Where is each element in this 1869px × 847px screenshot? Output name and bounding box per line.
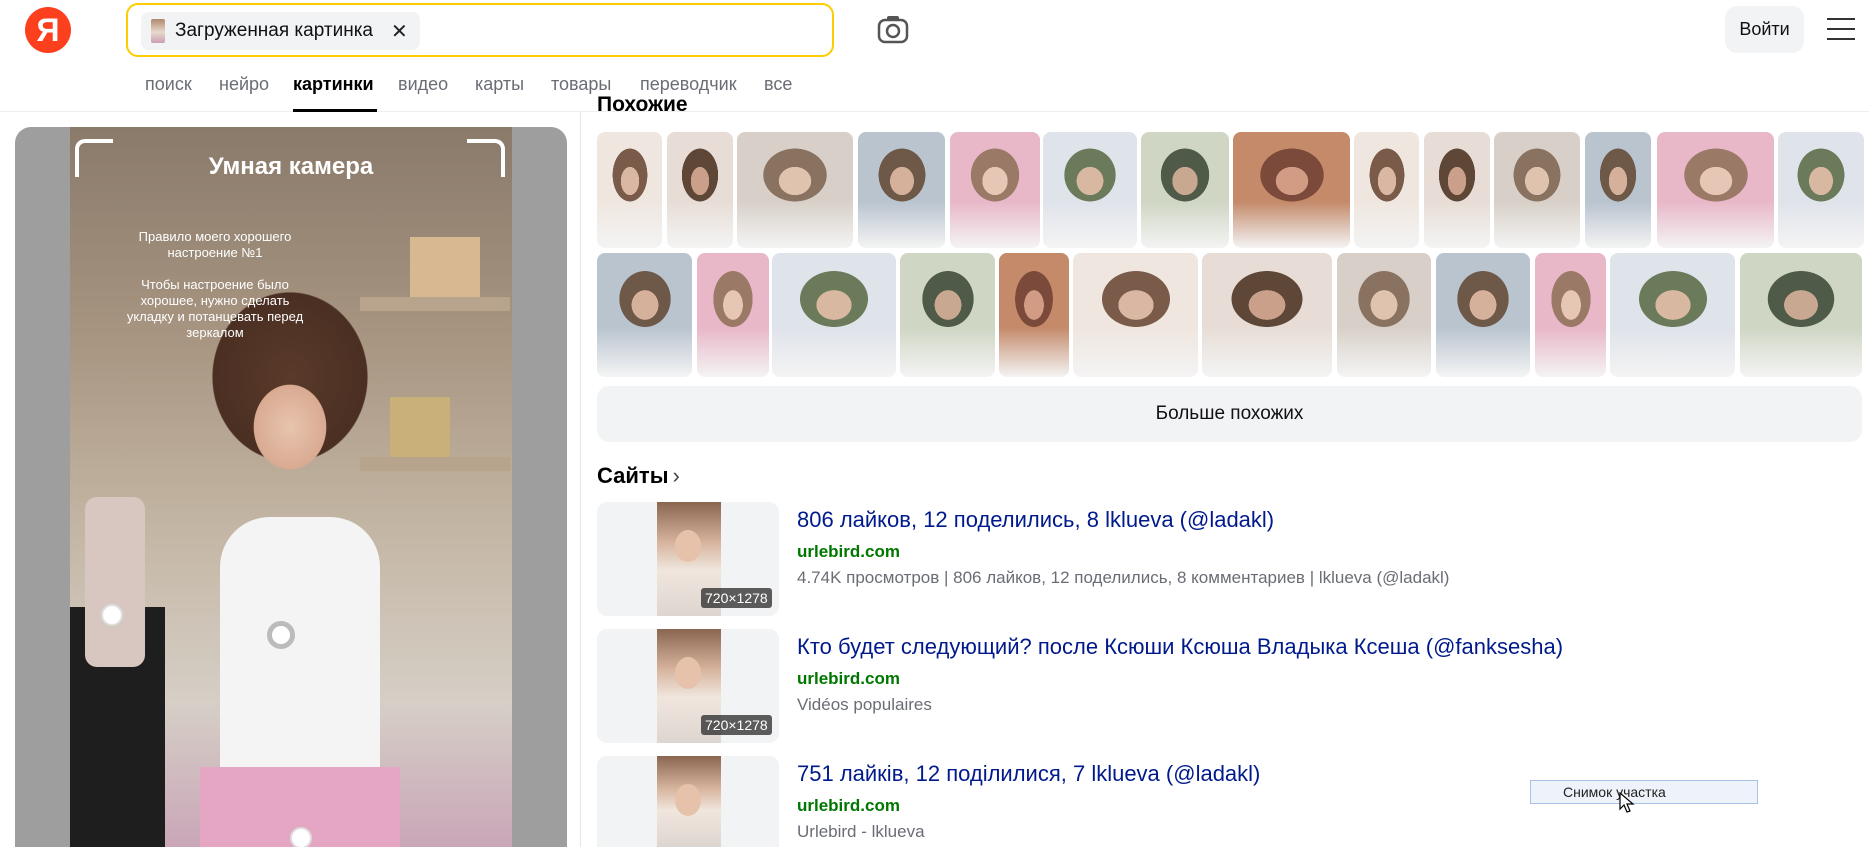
site-result-host[interactable]: urlebird.com <box>797 542 900 562</box>
region-snapshot-button[interactable]: Снимок участка <box>1530 780 1758 804</box>
similar-image-thumbnail[interactable] <box>1354 132 1419 248</box>
uploaded-image-chip-label: Загруженная картинка <box>175 20 373 41</box>
tab-maps[interactable]: карты <box>475 74 524 95</box>
site-result-title[interactable]: 751 лайків, 12 поділилися, 7 lklueva (@l… <box>797 761 1260 787</box>
search-box[interactable]: Загруженная картинка ✕ <box>126 3 834 57</box>
similar-image-thumbnail[interactable] <box>1202 253 1332 377</box>
similar-image-thumbnail[interactable] <box>597 253 692 377</box>
similar-image-thumbnail[interactable] <box>999 253 1069 377</box>
camera-search-icon[interactable] <box>876 14 910 46</box>
tab-images[interactable]: картинки <box>293 74 374 95</box>
similar-image-thumbnail[interactable] <box>667 132 733 248</box>
similar-image-thumbnail[interactable] <box>1657 132 1774 248</box>
uploaded-image-preview[interactable]: Умная камера Правило моего хорошего наст… <box>15 127 567 847</box>
uploaded-image-thumbnail <box>151 19 165 43</box>
site-result-thumbnail[interactable] <box>597 756 779 847</box>
similar-image-thumbnail[interactable] <box>1337 253 1431 377</box>
similar-image-thumbnail[interactable] <box>950 132 1040 248</box>
login-button[interactable]: Войти <box>1725 6 1804 53</box>
pane-divider <box>580 112 581 847</box>
similar-image-thumbnail[interactable] <box>1141 132 1229 248</box>
similar-image-thumbnail[interactable] <box>1740 253 1862 377</box>
tab-search[interactable]: поиск <box>145 74 192 95</box>
similar-image-thumbnail[interactable] <box>697 253 769 377</box>
object-dot[interactable] <box>290 827 312 847</box>
site-result-thumbnail[interactable]: 720×1278 <box>597 629 779 743</box>
mouse-cursor-icon <box>1619 792 1635 813</box>
similar-image-thumbnail[interactable] <box>1610 253 1735 377</box>
similar-image-thumbnail[interactable] <box>772 253 896 377</box>
close-icon[interactable]: ✕ <box>391 19 408 44</box>
similar-image-thumbnail[interactable] <box>1778 132 1864 248</box>
object-dot[interactable] <box>101 604 123 626</box>
site-result-thumbnail[interactable]: 720×1278 <box>597 502 779 616</box>
site-result-title[interactable]: Кто будет следующий? после Ксюши Ксюша В… <box>797 634 1563 660</box>
similar-image-thumbnail[interactable] <box>858 132 945 248</box>
similar-image-thumbnail[interactable] <box>597 132 662 248</box>
site-result[interactable]: 720×1278 Кто будет следующий? после Ксюш… <box>597 629 1862 743</box>
header: Я Загруженная картинка ✕ Войти <box>0 0 1869 60</box>
more-similar-button[interactable]: Больше похожих <box>597 386 1862 442</box>
tab-products[interactable]: товары <box>551 74 611 95</box>
yandex-logo[interactable]: Я <box>25 7 71 53</box>
preview-caption-line1: Правило моего хорошего настроение №1 <box>138 229 292 260</box>
similar-image-thumbnail[interactable] <box>1436 253 1530 377</box>
site-result-host[interactable]: urlebird.com <box>797 796 900 816</box>
site-result-host[interactable]: urlebird.com <box>797 669 900 689</box>
site-result-title[interactable]: 806 лайков, 12 поделились, 8 lklueva (@l… <box>797 507 1274 533</box>
chevron-right-icon: › <box>672 463 680 488</box>
site-result-description: Vidéos populaires <box>797 695 932 714</box>
similar-image-thumbnail[interactable] <box>900 253 995 377</box>
similar-image-thumbnail[interactable] <box>737 132 853 248</box>
similar-image-thumbnail[interactable] <box>1424 132 1490 248</box>
site-result[interactable]: 720×1278 806 лайков, 12 поделились, 8 lk… <box>597 502 1862 616</box>
similar-image-thumbnail[interactable] <box>1535 253 1606 377</box>
hamburger-menu-icon[interactable] <box>1827 18 1857 42</box>
site-result-description: 4.74K просмотров | 806 лайков, 12 подели… <box>797 568 1450 587</box>
tab-translator[interactable]: переводчик <box>640 74 737 95</box>
search-tabs: поиск нейро картинки видео карты товары … <box>0 60 1869 112</box>
similar-image-thumbnail[interactable] <box>1494 132 1580 248</box>
active-tab-indicator <box>293 109 377 112</box>
similar-image-thumbnail[interactable] <box>1043 132 1137 248</box>
smart-camera-title: Умная камера <box>208 153 374 180</box>
image-size-badge: 720×1278 <box>701 715 772 735</box>
tab-video[interactable]: видео <box>398 74 448 95</box>
site-result-description: Urlebird - lklueva <box>797 822 925 841</box>
sites-section-title[interactable]: Сайты › <box>597 463 680 489</box>
similar-section-title[interactable]: Похожие <box>597 93 688 113</box>
sites-title-label: Сайты <box>597 463 669 488</box>
similar-image-thumbnail[interactable] <box>1585 132 1651 248</box>
similar-image-thumbnail[interactable] <box>1073 253 1198 377</box>
image-size-badge: 720×1278 <box>701 588 772 608</box>
preview-caption-line2: Чтобы настроение было хорошее, нужно сде… <box>126 277 304 340</box>
uploaded-image-chip[interactable]: Загруженная картинка ✕ <box>141 12 420 50</box>
object-dot[interactable] <box>267 621 295 649</box>
tab-neuro[interactable]: нейро <box>219 74 269 95</box>
similar-image-thumbnail[interactable] <box>1233 132 1350 248</box>
tab-all[interactable]: все <box>764 74 792 95</box>
